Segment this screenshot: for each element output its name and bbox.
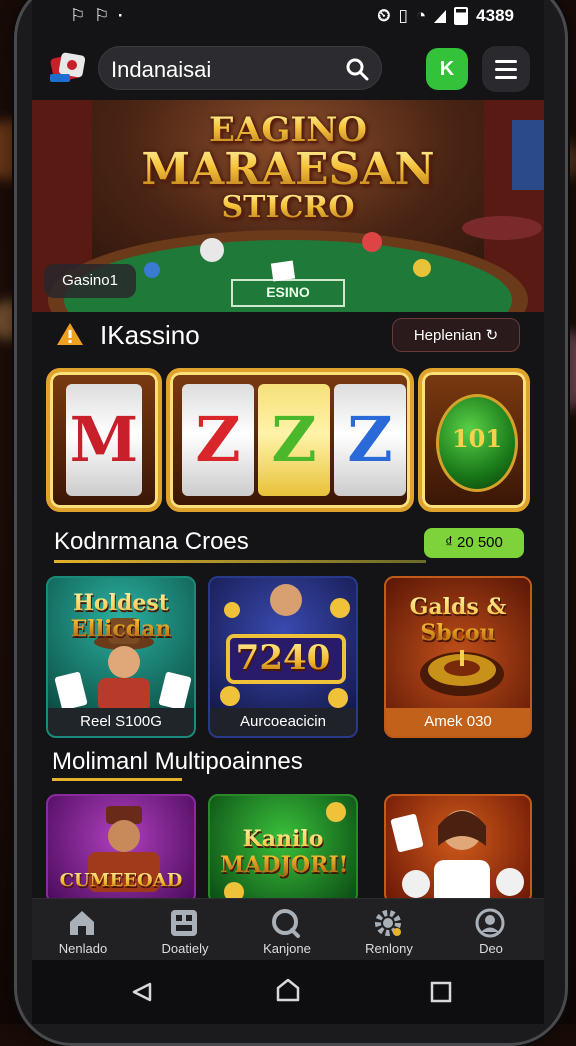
nav-item-games[interactable]: Doatiely — [134, 899, 236, 961]
nav-label: Kanjone — [263, 941, 311, 956]
balance-badge[interactable]: ₫ 20 500 — [424, 528, 524, 558]
section-underline — [54, 560, 426, 563]
section-title: IKassino — [100, 320, 200, 350]
game-card[interactable]: 7240 Aurcoeacicin — [208, 576, 358, 738]
balance-value: ₫ 20 500 — [445, 534, 503, 551]
game-art: Galds & Sbcou — [386, 578, 530, 712]
slot-reel: Z — [258, 384, 330, 496]
game-card[interactable]: Holdest Ellicdan Reel S100G — [46, 576, 196, 738]
game-title: Kanilo MADJORI! — [210, 826, 356, 878]
slot-card[interactable]: 101 — [418, 368, 530, 512]
section-header-multiplayer: Molimanl Multipoainnes — [46, 744, 530, 784]
quick-action-button[interactable]: K — [426, 48, 468, 90]
section-header-kassino: IKassino Heplenian ↻ — [46, 316, 530, 356]
status-right-icons: ⏲ ▯ ◔ 4389 — [377, 6, 514, 26]
game-title: 7240 — [210, 638, 356, 678]
status-time: 4389 — [476, 6, 514, 25]
home-icon — [70, 911, 94, 935]
notification-icon: ⚐ ⚐ · — [70, 6, 126, 25]
game-label: Amek 030 — [386, 708, 530, 736]
slot-reel: Z — [182, 384, 254, 496]
nav-item-settings[interactable]: Renlony — [338, 899, 440, 961]
nav-item-home[interactable]: Nenlado — [32, 899, 134, 961]
search-icon — [272, 909, 300, 938]
hero-banner[interactable]: EAGINO MARAESAN STICRO ESINO Gasino1 — [32, 100, 544, 312]
signal-icon — [434, 9, 447, 23]
game-title: CUMEEOAD — [48, 870, 194, 891]
section-action-button[interactable]: Heplenian ↻ — [392, 318, 520, 352]
search-icon[interactable] — [345, 57, 369, 81]
menu-button[interactable] — [482, 46, 530, 92]
quick-action-label: K — [439, 58, 455, 80]
game-card[interactable]: Kanilo MADJORI! — [208, 794, 358, 904]
nav-label: Doatiely — [161, 941, 209, 956]
search-input[interactable]: Indanaisai — [111, 57, 211, 83]
dice-icon — [171, 910, 197, 936]
alarm-icon: ⏲ — [377, 6, 391, 25]
battery-icon — [454, 7, 469, 25]
bottom-navigation: Nenlado Doatiely Kanjone Renlony Deo — [32, 898, 544, 961]
slot-card[interactable]: M — [46, 368, 162, 512]
nav-item-profile[interactable]: Deo — [440, 899, 542, 961]
app-top-bar: Indanaisai K — [32, 40, 544, 96]
hero-tag[interactable]: Gasino1 — [44, 264, 136, 298]
nav-label: Nenlado — [58, 941, 108, 956]
game-label: Reel S100G — [48, 708, 194, 736]
game-art: 7240 — [210, 578, 356, 712]
back-icon[interactable] — [132, 982, 152, 1002]
nav-label: Renlony — [365, 941, 413, 956]
vibrate-icon: ▯ — [398, 6, 408, 25]
hero-title-line2: MARAESAN — [32, 144, 544, 195]
hero-title-line3: STICRO — [32, 190, 544, 225]
section-title: Kodnrmana Croes — [54, 528, 249, 555]
bonus-coin-text: 101 — [451, 424, 503, 453]
section-action-label: Heplenian — [413, 327, 482, 344]
gear-icon — [375, 910, 401, 936]
refresh-icon: ↻ — [485, 327, 499, 344]
slot-reel: M — [66, 384, 142, 496]
nav-label: Deo — [479, 941, 503, 956]
game-card[interactable] — [384, 794, 532, 904]
profile-icon — [475, 908, 505, 938]
recents-icon[interactable] — [430, 981, 452, 1003]
phone-screen: ⚐ ⚐ · ⏲ ▯ ◔ 4389 Indanaisai K EAGINO MAR… — [32, 0, 544, 1024]
nav-item-search[interactable]: Kanjone — [236, 899, 338, 961]
games-row-2: CUMEEOAD Kanilo MADJORI! — [32, 794, 544, 904]
status-bar: ⚐ ⚐ · ⏲ ▯ ◔ 4389 — [32, 0, 544, 36]
game-title: Galds & Sbcou — [386, 594, 530, 646]
game-title: Holdest Ellicdan — [48, 590, 194, 642]
status-left-icons: ⚐ ⚐ · — [70, 6, 126, 26]
game-label: Aurcoeacicin — [210, 708, 356, 736]
section-title: Molimanl Multipoainnes — [52, 748, 303, 775]
section-header-games: Kodnrmana Croes ₫ 20 500 — [46, 524, 530, 564]
search-bar[interactable]: Indanaisai — [98, 46, 382, 90]
section-underline — [52, 778, 182, 781]
slot-carousel: M Z Z Z 101 — [32, 368, 544, 514]
games-row: Holdest Ellicdan Reel S100G 7240 Aurcoea… — [32, 576, 544, 742]
casino-logo-icon — [50, 52, 86, 82]
game-card[interactable]: Galds & Sbcou Amek 030 — [384, 576, 532, 738]
game-card[interactable]: CUMEEOAD — [46, 794, 196, 904]
system-navigation-bar — [32, 960, 544, 1024]
game-art: Holdest Ellicdan — [48, 578, 194, 712]
table-text: ESINO — [266, 284, 310, 300]
menu-icon — [495, 60, 517, 63]
warning-icon — [57, 323, 83, 345]
slot-reel: Z — [334, 384, 406, 496]
app-logo[interactable] — [46, 46, 90, 90]
wifi-icon: ◔ — [415, 6, 427, 25]
home-button-icon[interactable] — [276, 978, 300, 1002]
slot-card[interactable]: Z Z Z — [166, 368, 414, 512]
